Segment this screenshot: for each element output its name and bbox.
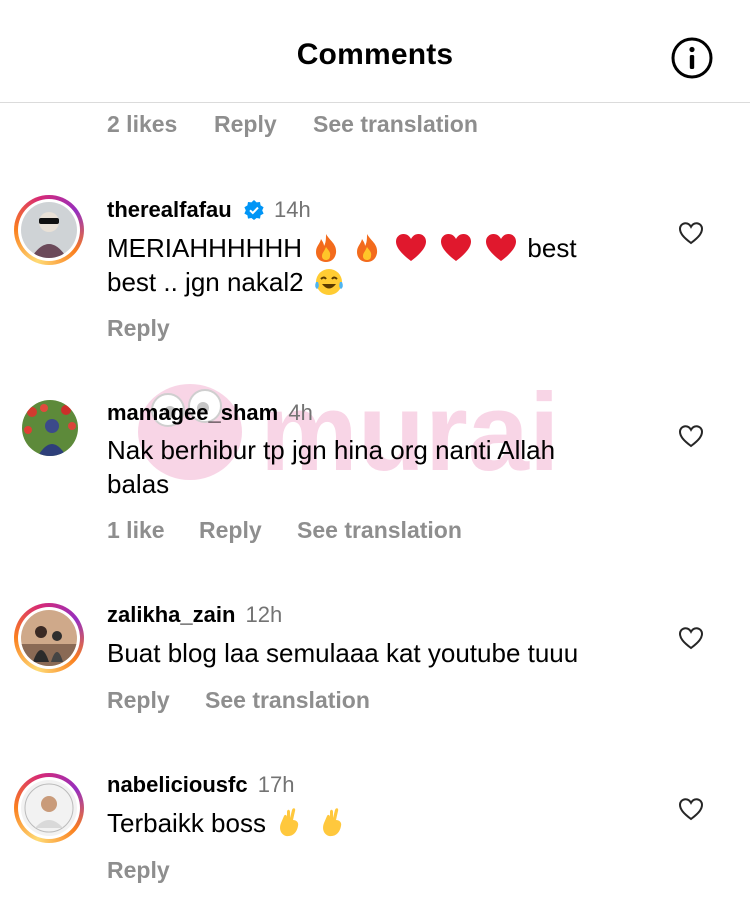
like-heart-icon[interactable] (678, 221, 704, 245)
comment-header: nabeliciousfc 17h (107, 772, 294, 798)
previous-comment-actions: 2 likes Reply See translation (107, 111, 527, 139)
see-translation-link[interactable]: See translation (297, 517, 462, 544)
comment-header: therealfafau 14h (107, 197, 311, 223)
comment-actions: Reply (107, 857, 207, 885)
comment-actions: Reply (107, 315, 207, 343)
timestamp: 4h (288, 400, 313, 425)
see-translation-link[interactable]: See translation (313, 111, 478, 138)
reply-button[interactable]: Reply (107, 857, 170, 884)
reply-button[interactable]: Reply (214, 111, 277, 138)
like-heart-icon[interactable] (678, 797, 704, 821)
comment-actions: Reply See translation (107, 687, 407, 715)
avatar[interactable] (22, 400, 78, 456)
profile-photo-icon (21, 780, 77, 836)
avatar[interactable] (14, 195, 84, 265)
fire-emoji-icon (316, 234, 337, 262)
verified-badge-icon (244, 200, 264, 220)
comment-text: Buat blog laa semulaaa kat youtube tuuu (107, 638, 579, 668)
reply-button[interactable]: Reply (199, 517, 262, 544)
timestamp: 12h (245, 602, 283, 627)
header: Comments (0, 0, 750, 103)
fire-emoji-icon (357, 234, 378, 262)
red-heart-emoji-icon (395, 234, 426, 261)
profile-photo-icon (22, 400, 78, 456)
timestamp: 14h (273, 197, 311, 222)
crossed-fingers-emoji-icon (280, 808, 299, 837)
username[interactable]: nabeliciousfc (107, 772, 248, 797)
username[interactable]: zalikha_zain (107, 602, 235, 627)
comment-actions: 1 like Reply See translation (107, 517, 507, 545)
crossed-fingers-emoji-icon (323, 808, 342, 837)
see-translation-link[interactable]: See translation (205, 687, 370, 714)
reply-button[interactable]: Reply (107, 687, 170, 714)
comment-text: Terbaikk boss (107, 806, 647, 840)
red-heart-emoji-icon (440, 234, 471, 261)
username[interactable]: mamagee_sham (107, 400, 278, 425)
comment-text: Nak berhibur tp jgn hina org nanti Allah… (107, 435, 556, 499)
reply-button[interactable]: Reply (107, 315, 170, 342)
avatar[interactable] (14, 603, 84, 673)
tears-of-joy-emoji-icon (315, 269, 343, 295)
profile-photo-icon (21, 202, 77, 258)
comment-header: zalikha_zain 12h (107, 602, 282, 628)
info-icon[interactable] (670, 36, 714, 80)
like-heart-icon[interactable] (678, 424, 704, 448)
comment-header: mamagee_sham 4h (107, 400, 313, 426)
page-title: Comments (296, 38, 454, 71)
comment-text: MERIAHHHHHH best best .. jgn nakal2 (107, 233, 577, 297)
timestamp: 17h (257, 772, 295, 797)
red-heart-emoji-icon (486, 234, 517, 261)
likes-count[interactable]: 2 likes (107, 111, 177, 138)
avatar[interactable] (14, 773, 84, 843)
profile-photo-icon (21, 610, 77, 666)
like-heart-icon[interactable] (678, 626, 704, 650)
likes-count[interactable]: 1 like (107, 517, 165, 544)
username[interactable]: therealfafau (107, 197, 232, 222)
